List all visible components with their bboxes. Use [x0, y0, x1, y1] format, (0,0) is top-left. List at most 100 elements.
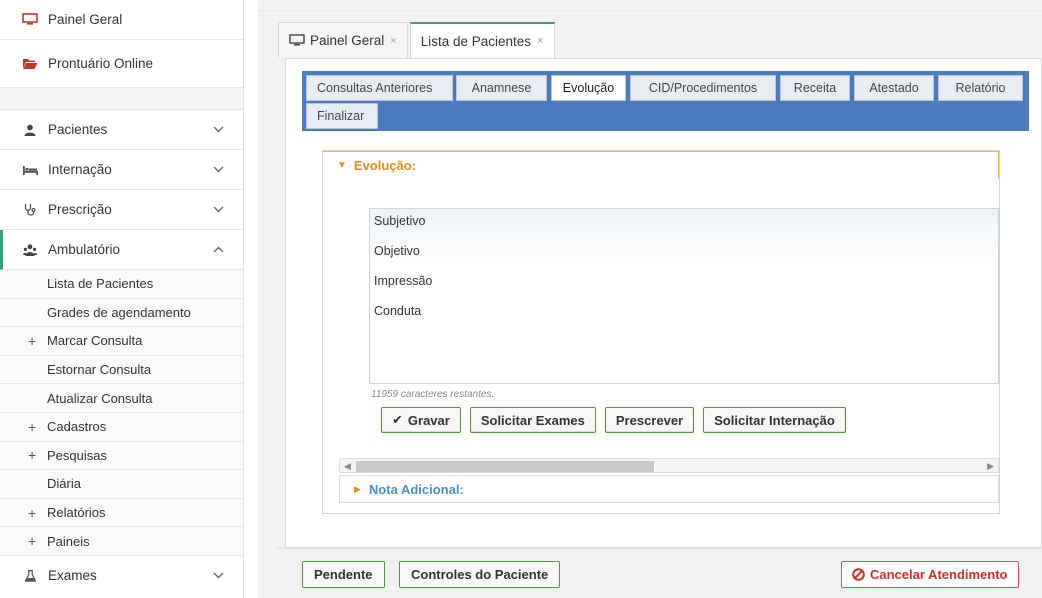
submenu-grades-de-agendamento[interactable]: Grades de agendamento — [0, 298, 243, 328]
solicitar-internacao-button[interactable]: Solicitar Internação — [703, 407, 846, 433]
button-label: Controles do Paciente — [411, 567, 549, 582]
ban-icon — [852, 568, 865, 581]
sidebar-item-pacientes[interactable]: Pacientes — [0, 110, 243, 150]
footer-divider — [275, 548, 1042, 549]
submenu-relatorios[interactable]: + Relatórios — [0, 498, 243, 528]
submenu-lista-de-pacientes[interactable]: Lista de Pacientes — [0, 270, 243, 299]
sidebar-item-label: Ambulatório — [48, 242, 121, 257]
solicitar-exames-button[interactable]: Solicitar Exames — [469, 407, 596, 433]
prescrever-button[interactable]: Prescrever — [604, 407, 695, 433]
sidebar-item-label: Prontuário Online — [48, 56, 154, 71]
tab-cid-procedimentos[interactable]: CID/Procedimentos — [630, 75, 776, 101]
content-panel: Consultas Anteriores Anamnese Evolução C… — [285, 58, 1042, 548]
sidebar-item-label: Painel Geral — [48, 12, 123, 27]
tab-label: Anamnese — [471, 81, 532, 95]
submenu-atualizar-consulta[interactable]: Atualizar Consulta — [0, 384, 243, 413]
plus-icon: + — [28, 332, 37, 349]
tab-finalizar[interactable]: Finalizar — [306, 103, 378, 129]
tab-label: CID/Procedimentos — [648, 81, 758, 95]
top-divider — [258, 10, 1042, 11]
tab-label: Finalizar — [317, 109, 365, 123]
users-icon — [22, 243, 38, 257]
submenu-label: Cadastros — [47, 419, 107, 435]
scrollbar-thumb[interactable] — [356, 461, 654, 472]
tab-anamnese[interactable]: Anamnese — [456, 75, 547, 101]
chevron-up-icon — [211, 243, 225, 257]
controles-do-paciente-button[interactable]: Controles do Paciente — [399, 561, 561, 588]
pendente-button[interactable]: Pendente — [302, 561, 385, 588]
button-label: Pendente — [314, 567, 373, 582]
submenu-label: Diária — [47, 476, 81, 492]
accordion-title: Evolução: — [353, 158, 417, 173]
bed-icon — [22, 163, 38, 177]
tab-label: Evolução — [562, 81, 615, 95]
button-label: Prescrever — [615, 412, 684, 428]
sidebar-item-prescricao[interactable]: Prescrição — [0, 190, 243, 230]
scroll-left-icon[interactable]: ◀ — [344, 459, 351, 474]
button-label: Cancelar Atendimento — [870, 567, 1008, 582]
submenu-label: Marcar Consulta — [47, 333, 143, 349]
record-tabbar: Consultas Anteriores Anamnese Evolução C… — [302, 71, 1029, 131]
plus-icon: + — [28, 504, 37, 521]
button-label: Solicitar Exames — [480, 412, 585, 428]
tab-label: Relatório — [955, 81, 1006, 95]
check-icon: ✔ — [392, 412, 403, 427]
submenu-diaria[interactable]: Diária — [0, 470, 243, 499]
tab-atestado[interactable]: Atestado — [854, 75, 934, 101]
chevron-down-icon — [211, 569, 225, 583]
tab-label: Atestado — [869, 81, 919, 95]
sidebar-item-label: Prescrição — [48, 202, 112, 217]
caret-right-icon: ▶ — [354, 483, 361, 494]
button-label: Gravar — [407, 412, 450, 428]
chevron-down-icon — [211, 123, 225, 137]
tab-evolucao[interactable]: Evolução — [551, 75, 626, 101]
sidebar-item-prontuario-online[interactable]: Prontuário Online — [0, 40, 243, 87]
evolucao-accordion-header[interactable]: ▼ Evolução: — [323, 151, 999, 179]
folder-open-icon — [22, 57, 38, 71]
plus-icon: + — [28, 447, 37, 464]
editor-line-impressao: Impressão — [374, 274, 433, 288]
sidebar-item-exames[interactable]: Exames — [0, 556, 243, 596]
tab-consultas-anteriores[interactable]: Consultas Anteriores — [306, 75, 453, 101]
sidebar-item-ambulatorio[interactable]: Ambulatório — [0, 230, 243, 270]
char-counter: 11959 caracteres restantes. — [371, 389, 495, 400]
sidebar-item-label: Exames — [48, 568, 97, 584]
tab-painel-geral[interactable]: Painel Geral × — [278, 22, 408, 58]
caret-down-icon: ▼ — [337, 160, 347, 171]
horizontal-scrollbar[interactable]: ◀ ▶ — [339, 458, 999, 473]
user-icon — [22, 123, 38, 137]
submenu-marcar-consulta[interactable]: + Marcar Consulta — [0, 327, 243, 356]
main-area: Painel Geral × Lista de Pacientes × Cons… — [258, 0, 1042, 598]
evolucao-actions: ✔ Gravar Solicitar Exames Prescrever Soli… — [381, 407, 855, 433]
scroll-right-icon[interactable]: ▶ — [987, 459, 994, 474]
submenu-label: Grades de agendamento — [47, 304, 191, 320]
submenu-pesquisas[interactable]: + Pesquisas — [0, 441, 243, 471]
editor-line-conduta: Conduta — [374, 304, 422, 318]
close-icon[interactable]: × — [537, 35, 543, 47]
submenu-paineis[interactable]: + Paineis — [0, 527, 243, 556]
plus-icon: + — [28, 533, 37, 550]
editor-line-subjetivo: Subjetivo — [374, 214, 426, 228]
sidebar-item-label: Internação — [48, 162, 112, 177]
nota-adicional-accordion-header[interactable]: ▶ Nota Adicional: — [339, 475, 999, 503]
tab-receita[interactable]: Receita — [780, 75, 850, 101]
close-icon[interactable]: × — [390, 35, 396, 47]
sidebar-divider — [0, 87, 243, 110]
submenu-estornar-consulta[interactable]: Estornar Consulta — [0, 355, 243, 385]
flask-icon — [22, 569, 38, 583]
sidebar-item-painel-geral[interactable]: Painel Geral — [0, 0, 243, 40]
cancelar-atendimento-button[interactable]: Cancelar Atendimento — [841, 561, 1019, 588]
monitor-icon — [289, 34, 305, 46]
submenu-label: Paineis — [47, 533, 90, 549]
tab-label: Painel Geral — [310, 33, 385, 48]
button-label: Solicitar Internação — [714, 412, 835, 428]
tab-lista-de-pacientes[interactable]: Lista de Pacientes × — [409, 22, 555, 58]
submenu-cadastros[interactable]: + Cadastros — [0, 412, 243, 442]
tab-relatorio[interactable]: Relatório — [938, 75, 1023, 101]
chevron-down-icon — [211, 163, 225, 177]
evolucao-panel: ▼ Evolução: Subjetivo Objetivo Impressão… — [322, 150, 1000, 514]
evolucao-textarea[interactable]: Subjetivo Objetivo Impressão Conduta — [369, 208, 999, 384]
gravar-button[interactable]: ✔ Gravar — [381, 407, 461, 433]
accordion-title: Nota Adicional: — [368, 481, 464, 497]
sidebar-item-internacao[interactable]: Internação — [0, 150, 243, 190]
